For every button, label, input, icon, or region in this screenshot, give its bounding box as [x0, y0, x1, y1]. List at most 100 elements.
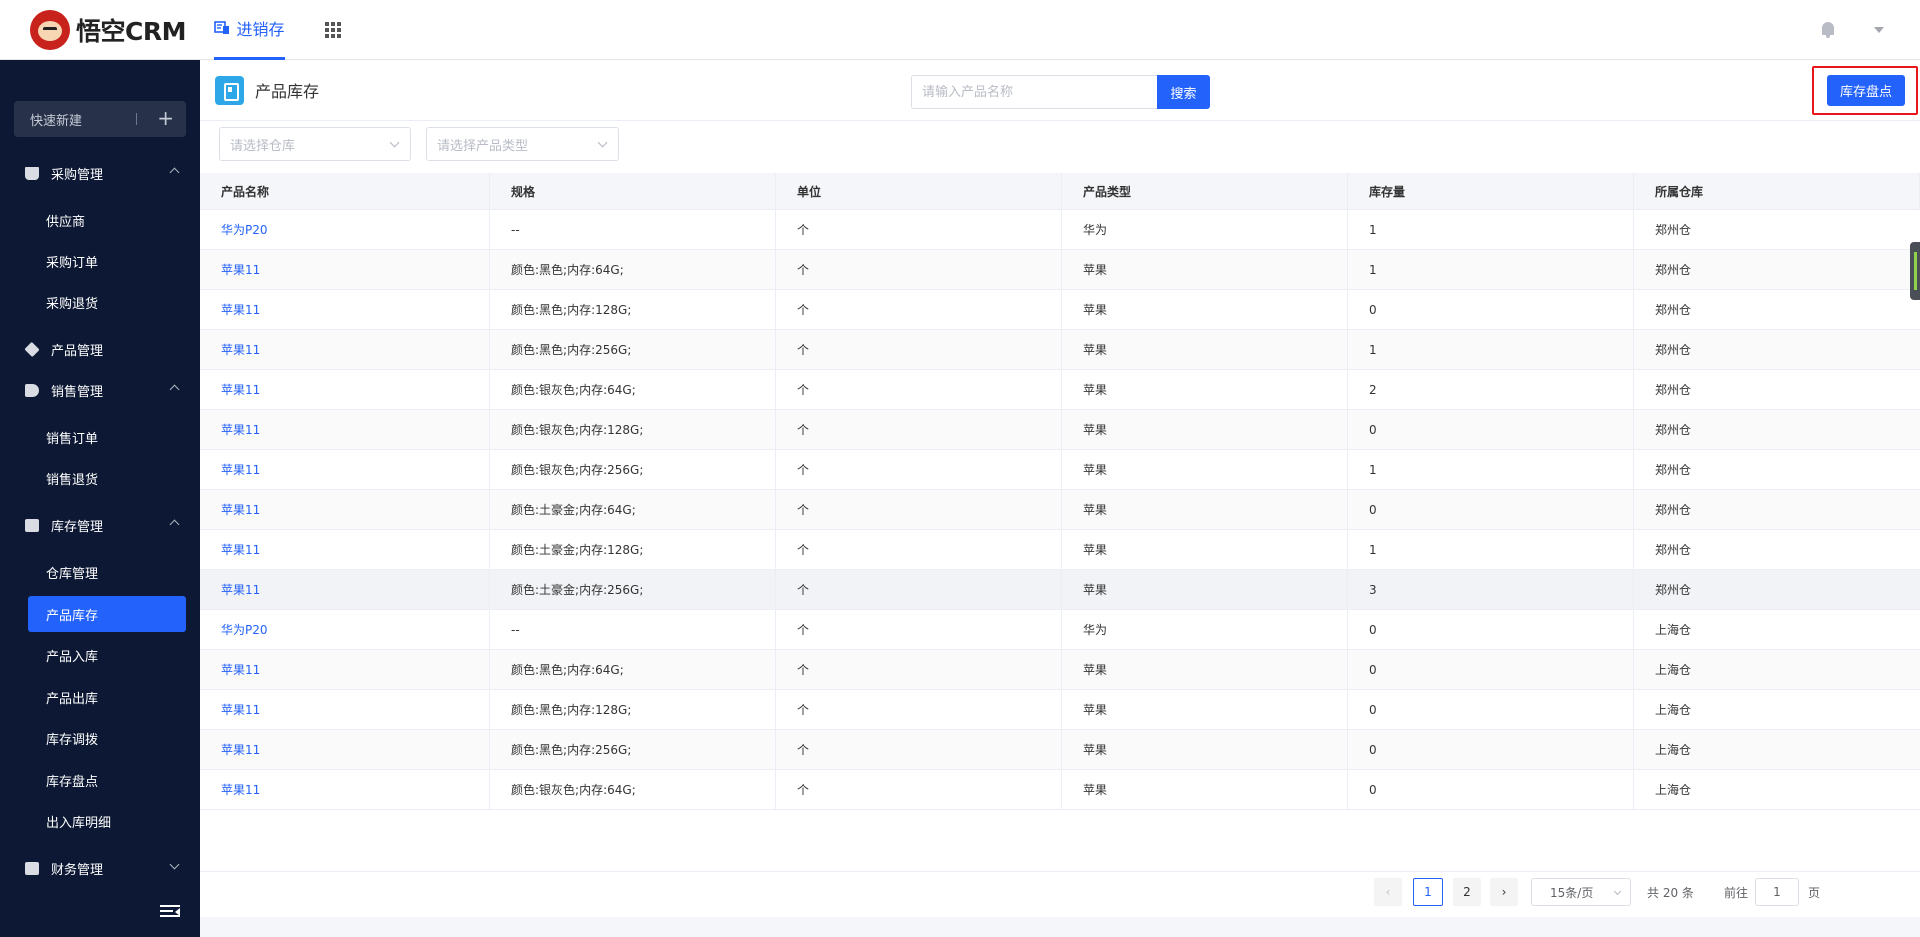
stock-table: 产品名称 规格 单位 产品类型 库存量 所属仓库 华为P20 -- 个华为 1 郑州仓苹… — [200, 173, 1920, 810]
sidebar-item-product-stock[interactable]: 产品库存 — [28, 596, 186, 632]
table-row[interactable]: 苹果11 颜色:土豪金;内存:64G; 个 苹果 0 郑州仓 — [200, 490, 1920, 530]
page-button-2[interactable]: 2 — [1453, 878, 1481, 906]
table-row[interactable]: 华为P20 -- 个 华为 0 上海仓 — [200, 610, 1920, 650]
product-name-link[interactable]: 苹果11 — [221, 661, 260, 678]
sidebar-item-stock-out[interactable]: 产品出库 — [28, 679, 186, 715]
product-name-link[interactable]: 苹果11 — [221, 501, 260, 518]
cell-text: 苹果 — [1083, 583, 1108, 597]
chevron-down-icon[interactable] — [1874, 26, 1884, 33]
plus-icon[interactable]: + — [157, 107, 174, 129]
cell-text: 苹果 — [1083, 703, 1108, 717]
prev-page-button[interactable]: ‹ — [1374, 878, 1402, 906]
spec-cell: 颜色:黑色;内存:128G; — [490, 690, 776, 729]
product-name-link[interactable]: 苹果11 — [221, 741, 260, 758]
stock-check-button[interactable]: 库存盘点 — [1827, 75, 1905, 106]
table-row[interactable]: 华为P20 -- 个 华为 1 郑州仓 — [200, 210, 1920, 250]
sidebar-item-supplier[interactable]: 供应商 — [28, 202, 186, 238]
table-row[interactable]: 苹果11 颜色:黑色;内存:128G; 个 苹果 0 郑州仓 — [200, 290, 1920, 330]
sidebar-group-product[interactable]: 产品管理 — [0, 329, 200, 369]
stock-qty-cell: 2 — [1348, 370, 1634, 409]
table-row[interactable]: 苹果11 颜色:银灰色;内存:256G; 个 苹果 1 郑州仓 — [200, 450, 1920, 490]
table-row[interactable]: 苹果11 颜色:黑色;内存:64G; 个 苹果 0 上海仓 — [200, 650, 1920, 690]
column-header[interactable]: 产品类型 — [1062, 173, 1348, 209]
sidebar-item-sales-return[interactable]: 销售退货 — [28, 460, 186, 496]
product-name-link[interactable]: 苹果11 — [221, 261, 260, 278]
table-row[interactable]: 苹果11 颜色:黑色;内存:256G; 个 苹果 0 上海仓 — [200, 730, 1920, 770]
product-name-cell: 苹果11 — [200, 490, 490, 529]
product-name-link[interactable]: 苹果11 — [221, 781, 260, 798]
page-button-1[interactable]: 1 — [1413, 878, 1443, 906]
sidebar-item-purchase-return[interactable]: 采购退货 — [28, 284, 186, 320]
product-type-cell: 苹果 — [1062, 410, 1348, 449]
product-name-link[interactable]: 苹果11 — [221, 421, 260, 438]
product-name-link[interactable]: 苹果11 — [221, 701, 260, 718]
warehouse-cell: 上海仓 — [1634, 730, 1920, 769]
cell-text: 个 — [797, 423, 810, 437]
column-header[interactable]: 库存量 — [1348, 173, 1634, 209]
page-size-select[interactable]: 15条/页 — [1531, 878, 1631, 906]
table-row[interactable]: 苹果11 颜色:土豪金;内存:128G; 个 苹果 1 郑州仓 — [200, 530, 1920, 570]
product-type-cell: 苹果 — [1062, 530, 1348, 569]
product-name-cell: 苹果11 — [200, 530, 490, 569]
table-body: 华为P20 -- 个华为 1 郑州仓 苹果11 颜色:黑色;内存:64G; 个苹果 1 郑州仓 苹果… — [200, 210, 1920, 810]
product-name-cell: 苹果11 — [200, 770, 490, 809]
cell-text: 郑州仓 — [1655, 503, 1692, 517]
sidebar-group-sales[interactable]: 销售管理 — [0, 370, 200, 410]
warehouse-select[interactable]: 请选择仓库 — [219, 127, 411, 161]
cell-text: 个 — [797, 503, 810, 517]
table-row[interactable]: 苹果11 颜色:银灰色;内存:64G; 个 苹果 2 郑州仓 — [200, 370, 1920, 410]
product-name-cell: 苹果11 — [200, 690, 490, 729]
cell-text: 郑州仓 — [1655, 383, 1692, 397]
table-row[interactable]: 苹果11 颜色:银灰色;内存:64G; 个 苹果 0 上海仓 — [200, 770, 1920, 810]
quick-new-button[interactable]: 快速新建 + — [14, 101, 186, 137]
next-page-button[interactable]: › — [1490, 878, 1518, 906]
sidebar-group-finance[interactable]: 财务管理 — [0, 848, 200, 888]
bell-icon[interactable] — [1820, 21, 1836, 39]
product-name-link[interactable]: 苹果11 — [221, 461, 260, 478]
spec-cell: 颜色:土豪金;内存:256G; — [490, 570, 776, 609]
table-row[interactable]: 苹果11 颜色:黑色;内存:64G; 个 苹果 1 郑州仓 — [200, 250, 1920, 290]
product-name-cell: 华为P20 — [200, 610, 490, 649]
sidebar-item-stock-check[interactable]: 库存盘点 — [28, 762, 186, 798]
table-row[interactable]: 苹果11 颜色:黑色;内存:128G; 个 苹果 0 上海仓 — [200, 690, 1920, 730]
search-input[interactable] — [911, 75, 1157, 109]
column-header[interactable]: 所属仓库 — [1634, 173, 1920, 209]
sidebar-item-sales-order[interactable]: 销售订单 — [28, 419, 186, 455]
column-header[interactable]: 单位 — [776, 173, 1062, 209]
product-name-link[interactable]: 苹果11 — [221, 341, 260, 358]
stock-qty-cell: 0 — [1348, 770, 1634, 809]
cell-text: 颜色:黑色;内存:64G; — [511, 263, 624, 277]
side-scroll-handle[interactable] — [1910, 242, 1920, 300]
goto-page-input[interactable] — [1755, 878, 1799, 906]
spec-cell: 颜色:银灰色;内存:128G; — [490, 410, 776, 449]
goto-unit: 页 — [1808, 886, 1821, 900]
product-name-link[interactable]: 苹果11 — [221, 301, 260, 318]
cell-text: 1 — [1369, 222, 1377, 237]
product-name-link[interactable]: 苹果11 — [221, 581, 260, 598]
product-name-link[interactable]: 华为P20 — [221, 221, 268, 238]
sidebar-item-stock-in[interactable]: 产品入库 — [28, 637, 186, 673]
sidebar-item-warehouse[interactable]: 仓库管理 — [28, 554, 186, 590]
table-row[interactable]: 苹果11 颜色:土豪金;内存:256G; 个 苹果 3 郑州仓 — [200, 570, 1920, 610]
apps-grid-button[interactable] — [325, 0, 341, 60]
search-button[interactable]: 搜索 — [1157, 75, 1210, 109]
sidebar-item-stock-transfer[interactable]: 库存调拨 — [28, 720, 186, 756]
sidebar-group-purchase[interactable]: 采购管理 — [0, 153, 200, 193]
sidebar-group-inventory[interactable]: 库存管理 — [0, 505, 200, 545]
unit-cell: 个 — [776, 530, 1062, 569]
top-tab-active[interactable]: 进销存 — [214, 0, 285, 60]
sidebar-item-stock-detail[interactable]: 出入库明细 — [28, 803, 186, 839]
logo[interactable]: 悟空CRM — [0, 0, 200, 60]
table-row[interactable]: 苹果11 颜色:银灰色;内存:128G; 个 苹果 0 郑州仓 — [200, 410, 1920, 450]
product-name-link[interactable]: 华为P20 — [221, 621, 268, 638]
column-header[interactable]: 规格 — [490, 173, 776, 209]
product-type-select[interactable]: 请选择产品类型 — [426, 127, 619, 161]
product-name-link[interactable]: 苹果11 — [221, 381, 260, 398]
product-name-link[interactable]: 苹果11 — [221, 541, 260, 558]
sidebar-item-purchase-order[interactable]: 采购订单 — [28, 243, 186, 279]
table-row[interactable]: 苹果11 颜色:黑色;内存:256G; 个 苹果 1 郑州仓 — [200, 330, 1920, 370]
column-header[interactable]: 产品名称 — [200, 173, 490, 209]
cell-text: 3 — [1369, 582, 1377, 597]
warehouse-cell: 郑州仓 — [1634, 450, 1920, 489]
menu-collapse-icon[interactable] — [160, 905, 180, 919]
